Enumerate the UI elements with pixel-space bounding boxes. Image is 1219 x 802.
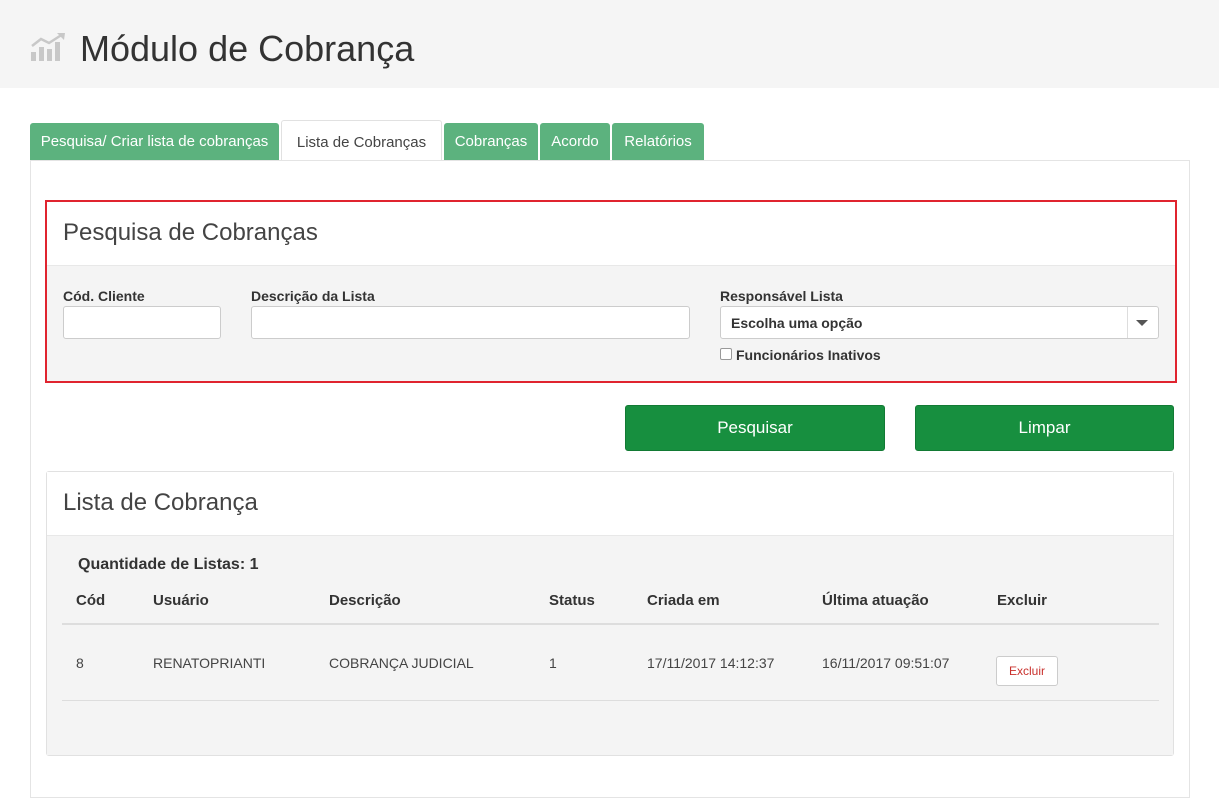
cell-ultima-atuacao: 16/11/2017 09:51:07 bbox=[822, 655, 950, 671]
descricao-lista-input[interactable] bbox=[251, 306, 690, 339]
page-header: Módulo de Cobrança bbox=[0, 0, 1219, 88]
responsavel-selected-value: Escolha uma opção bbox=[731, 315, 863, 331]
select-divider bbox=[1127, 307, 1128, 338]
table-header-divider bbox=[62, 623, 1159, 625]
cell-status: 1 bbox=[549, 655, 557, 671]
chart-growth-icon bbox=[31, 32, 65, 61]
page-title: Módulo de Cobrança bbox=[80, 28, 415, 69]
pesquisar-button[interactable]: Pesquisar bbox=[625, 405, 885, 451]
column-header-descricao: Descrição bbox=[329, 592, 401, 609]
cell-descricao: COBRANÇA JUDICIAL bbox=[329, 655, 474, 671]
responsavel-lista-select[interactable]: Escolha uma opção bbox=[720, 306, 1159, 339]
column-header-usuario: Usuário bbox=[153, 592, 209, 609]
list-panel: Lista de Cobrança Quantidade de Listas: … bbox=[46, 471, 1174, 756]
cod-cliente-input[interactable] bbox=[63, 306, 221, 339]
column-header-excluir: Excluir bbox=[997, 592, 1048, 609]
search-panel-body: Cód. Cliente Descrição da Lista Responsá… bbox=[47, 266, 1175, 381]
list-panel-body: Quantidade de Listas: 1 Cód Usuário Desc… bbox=[47, 536, 1173, 755]
responsavel-lista-label: Responsável Lista bbox=[720, 288, 843, 304]
chevron-down-icon bbox=[1136, 320, 1148, 326]
cell-usuario: RENATOPRIANTI bbox=[153, 655, 266, 671]
cod-cliente-label: Cód. Cliente bbox=[63, 288, 145, 304]
column-header-cod: Cód bbox=[76, 592, 106, 609]
tab-lista-cobrancas[interactable]: Lista de Cobranças bbox=[281, 120, 442, 161]
tab-cobrancas[interactable]: Cobranças bbox=[444, 123, 538, 160]
excluir-button[interactable]: Excluir bbox=[996, 656, 1058, 686]
list-panel-header: Lista de Cobrança bbox=[47, 472, 1173, 536]
descricao-lista-label: Descrição da Lista bbox=[251, 288, 375, 304]
funcionarios-inativos-checkbox[interactable] bbox=[720, 348, 732, 360]
tab-relatorios[interactable]: Relatórios bbox=[612, 123, 704, 160]
list-count: Quantidade de Listas: 1 bbox=[78, 556, 259, 573]
tab-acordo[interactable]: Acordo bbox=[540, 123, 610, 160]
limpar-button[interactable]: Limpar bbox=[915, 405, 1174, 451]
column-header-status: Status bbox=[549, 592, 595, 609]
cell-cod: 8 bbox=[76, 655, 84, 671]
table-row-divider bbox=[62, 700, 1159, 701]
tab-pesquisa-criar[interactable]: Pesquisa/ Criar lista de cobranças bbox=[30, 123, 279, 160]
search-panel-header: Pesquisa de Cobranças bbox=[47, 202, 1175, 266]
column-header-ultima-atuacao: Última atuação bbox=[822, 592, 929, 609]
search-panel-title: Pesquisa de Cobranças bbox=[63, 219, 318, 246]
column-header-criada-em: Criada em bbox=[647, 592, 720, 609]
cell-criada-em: 17/11/2017 14:12:37 bbox=[647, 655, 775, 671]
funcionarios-inativos-label[interactable]: Funcionários Inativos bbox=[736, 347, 881, 363]
search-panel: Pesquisa de Cobranças Cód. Cliente Descr… bbox=[45, 200, 1177, 383]
list-panel-title: Lista de Cobrança bbox=[63, 489, 258, 516]
